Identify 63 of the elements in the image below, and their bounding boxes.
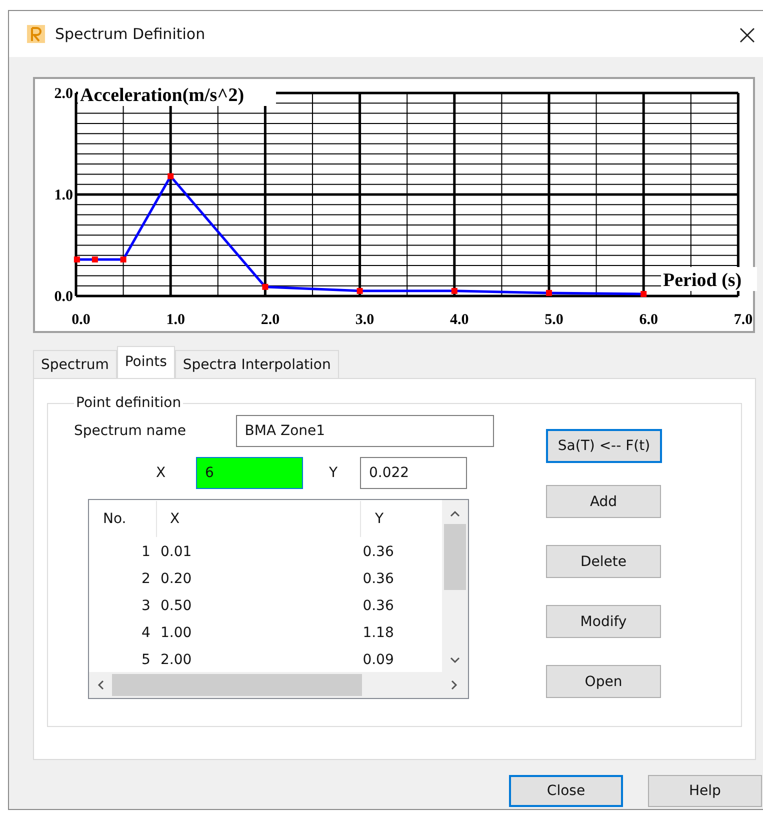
table-cell-text: 5 (140, 652, 150, 668)
tab[interactable]: Spectrum (33, 350, 117, 378)
action-button[interactable]: Modify (546, 605, 661, 638)
x-tick-label: 5.0 (544, 312, 564, 328)
scroll-left-icon[interactable] (97, 680, 104, 690)
close-button[interactable]: × (732, 18, 763, 50)
table-cell-text: 1.00 (159, 624, 193, 640)
x-axis-title: Period (s) (661, 267, 757, 291)
horizontal-scrollbar[interactable] (89, 672, 468, 698)
data-point (92, 256, 98, 262)
x-tick-label: 1.0 (166, 312, 185, 328)
scroll-up-icon[interactable] (450, 510, 460, 517)
table-cell-text: 0.36 (362, 570, 395, 586)
field-label: Y (329, 465, 339, 481)
tab[interactable]: Points (116, 346, 175, 378)
window-title: Spectrum Definition (55, 25, 206, 43)
data-point (546, 290, 552, 296)
action-button[interactable]: Delete (546, 545, 661, 578)
column-header[interactable]: Y (361, 501, 441, 537)
table-cell-text: 2.00 (159, 652, 193, 668)
data-point (168, 173, 174, 180)
spectrum-name-field[interactable]: BMA Zone1 (236, 415, 494, 447)
action-button[interactable]: Add (546, 485, 661, 518)
x-tick-label: 0.0 (72, 312, 90, 328)
table-cell-text: 0.36 (362, 598, 395, 614)
y-tick-label: 0.0 (54, 289, 73, 305)
dialog-button[interactable]: Help (648, 775, 762, 807)
x-field[interactable]: 6 (196, 457, 303, 489)
y-field[interactable]: 0.022 (360, 457, 467, 489)
y-tick-label: 1.0 (54, 188, 73, 204)
action-button[interactable]: Sa(T) <-- F(t) (546, 429, 662, 463)
table-cell-text: 3 (140, 598, 150, 614)
table-cell-text: 0.50 (159, 598, 193, 614)
vertical-scrollbar[interactable] (442, 500, 468, 672)
table-cell-text: 0.01 (159, 544, 193, 560)
x-tick-label: 6.0 (639, 312, 658, 328)
x-tick-label: 7.0 (734, 312, 753, 328)
app-logo-icon (27, 25, 45, 43)
field-label: X (156, 465, 167, 481)
table-cell-text: 0.20 (159, 570, 193, 586)
x-tick-label: 2.0 (260, 312, 280, 328)
column-header[interactable]: No. (89, 501, 157, 537)
table-cell-text: 1 (140, 544, 150, 560)
group-title: Point definition (75, 395, 182, 411)
dialog-button[interactable]: Close (509, 775, 623, 807)
scroll-down-icon[interactable] (450, 657, 460, 664)
tab[interactable]: Spectra Interpolation (174, 350, 339, 378)
y-axis-title: Acceleration(m/s^2) (80, 85, 244, 106)
x-tick-label: 4.0 (450, 312, 469, 328)
data-point (74, 256, 80, 262)
table-cell-text: 2 (140, 570, 150, 586)
data-point (640, 290, 647, 297)
table-cell-text: 0.36 (362, 544, 395, 560)
table-cell-text: 4 (140, 624, 150, 640)
column-header[interactable]: X (157, 501, 361, 537)
field-label: Spectrum name (74, 423, 187, 439)
x-tick-label: 3.0 (355, 312, 374, 328)
scroll-right-icon[interactable] (451, 680, 458, 690)
y-tick-label: 2.0 (54, 86, 73, 102)
action-button[interactable]: Open (546, 665, 661, 698)
x-axis-title: Period (s) (663, 270, 742, 291)
table-cell-text: 0.09 (362, 652, 395, 668)
table-cell-text: 1.18 (362, 624, 395, 640)
